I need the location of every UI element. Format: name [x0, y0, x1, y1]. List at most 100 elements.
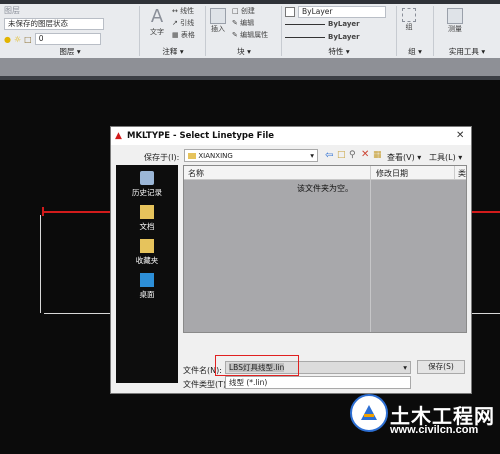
- insert-label: 插入: [211, 25, 225, 33]
- block-item-edit[interactable]: ✎ 编辑: [232, 18, 268, 30]
- save-in-label: 保存于(I):: [144, 153, 180, 162]
- dialog-title-bar[interactable]: ▲ MKLTYPE - Select Linetype File ✕: [111, 127, 471, 145]
- group-label-annotation[interactable]: 注释 ▾: [140, 47, 206, 57]
- leader-icon: ↗: [172, 19, 178, 27]
- lineweight-row[interactable]: ByLayer: [285, 33, 360, 41]
- desktop-icon: [140, 273, 154, 287]
- insert-icon: [210, 8, 226, 24]
- drawing-tick-red: [42, 207, 44, 216]
- drawing-line-white: [44, 313, 110, 314]
- measure-label: 测量: [448, 25, 462, 33]
- measure-button[interactable]: 测量: [440, 8, 470, 34]
- group-label-properties[interactable]: 特性 ▾: [282, 47, 396, 57]
- places-desktop[interactable]: 桌面: [116, 273, 178, 300]
- group-label-utilities[interactable]: 实用工具 ▾: [434, 47, 500, 57]
- text-button[interactable]: A 文字: [146, 6, 168, 37]
- watermark-url: www.civilcn.com: [390, 424, 479, 436]
- dialog-body: 保存于(I): XIANXING ▾ ⇦ □ ⚲ ✕ ▦ 查看(V) ▾ 工具(…: [111, 145, 471, 393]
- layer-state-combo[interactable]: 未保存的图层状态: [4, 18, 104, 30]
- layer-top-label: 图层: [4, 6, 20, 15]
- annotation-item-linear[interactable]: ↔ 线性: [172, 6, 195, 18]
- drawing-line-red: [470, 211, 500, 213]
- view-label: 查看(V): [387, 153, 415, 162]
- chevron-down-icon: ▾: [247, 47, 251, 56]
- column-modified[interactable]: 修改日期: [376, 168, 408, 179]
- column-divider: [454, 166, 455, 179]
- history-icon: [140, 171, 154, 185]
- back-icon[interactable]: ⇦: [325, 150, 333, 161]
- ribbon-title-strip: [0, 0, 500, 4]
- group-label-layer[interactable]: 图层 ▾: [0, 47, 140, 57]
- create-icon: □: [232, 7, 239, 15]
- group-label-block[interactable]: 块 ▾: [206, 47, 282, 57]
- close-icon[interactable]: ✕: [456, 130, 464, 141]
- drawing-line-white: [40, 215, 41, 313]
- block-list: □ 创建 ✎ 编辑 ✎ 编辑属性: [232, 6, 268, 42]
- layer-current-row[interactable]: ● ☼ □ 0: [4, 33, 101, 45]
- column-divider: [370, 166, 371, 179]
- linear-icon: ↔: [172, 7, 178, 15]
- file-list[interactable]: 名称 修改日期 类 该文件夹为空。: [183, 165, 467, 333]
- autocad-logo-icon: ▲: [115, 131, 122, 141]
- chevron-down-icon: ▾: [418, 47, 422, 56]
- lineweight-preview-icon: [285, 36, 325, 38]
- color-swatch-icon: [285, 7, 295, 17]
- search-icon[interactable]: ⚲: [349, 150, 356, 160]
- view-menu[interactable]: 查看(V) ▾: [387, 152, 421, 163]
- layer-current-combo[interactable]: 0: [34, 33, 101, 45]
- group-label-groups[interactable]: 组 ▾: [397, 47, 433, 57]
- filetype-value: 线型 (*.lin): [229, 378, 268, 387]
- tools-label: 工具(L): [429, 153, 456, 162]
- linetype-value[interactable]: ByLayer: [328, 20, 360, 28]
- chevron-down-icon: ▾: [310, 151, 314, 160]
- tools-menu[interactable]: 工具(L) ▾: [429, 152, 462, 163]
- column-name[interactable]: 名称: [188, 168, 204, 179]
- group-button[interactable]: 组: [400, 8, 418, 32]
- measure-icon: [447, 8, 463, 24]
- save-in-value: XIANXING: [198, 152, 233, 160]
- save-in-combo[interactable]: XIANXING ▾: [184, 149, 318, 162]
- lock-icon: □: [24, 34, 32, 44]
- color-row[interactable]: ByLayer: [285, 6, 386, 18]
- text-button-label: 文字: [150, 28, 164, 36]
- attribute-icon: ✎: [232, 31, 238, 39]
- chevron-down-icon: ▾: [481, 47, 486, 56]
- filetype-label: 文件类型(T):: [183, 380, 229, 389]
- folder-icon: [188, 153, 196, 159]
- linetype-row[interactable]: ByLayer: [285, 20, 360, 28]
- favorites-icon: [140, 239, 154, 253]
- civilcn-logo-icon: [350, 394, 388, 432]
- delete-icon[interactable]: ✕: [361, 149, 369, 160]
- up-folder-icon[interactable]: □: [337, 150, 346, 160]
- drawing-line-red: [44, 211, 110, 213]
- places-history[interactable]: 历史记录: [116, 171, 178, 198]
- places-favorites[interactable]: 收藏夹: [116, 239, 178, 266]
- column-type[interactable]: 类: [458, 168, 466, 179]
- new-folder-icon[interactable]: ▦: [373, 150, 382, 160]
- annotation-list: ↔ 线性 ↗ 引线 ▦ 表格: [172, 6, 195, 42]
- layer-state-row[interactable]: 未保存的图层状态: [4, 18, 104, 30]
- layer-row-top: 图层: [4, 5, 20, 16]
- edit-icon: ✎: [232, 19, 238, 27]
- save-button[interactable]: 保存(S): [417, 360, 465, 374]
- chevron-down-icon: ▾: [417, 153, 422, 162]
- file-list-header: 名称 修改日期 类: [184, 166, 466, 180]
- select-linetype-dialog: ▲ MKLTYPE - Select Linetype File ✕ 保存于(I…: [110, 126, 472, 394]
- places-documents[interactable]: 文档: [116, 205, 178, 232]
- ribbon-shadow-band: [0, 58, 500, 76]
- empty-folder-message: 该文件夹为空。: [297, 184, 353, 193]
- filetype-select[interactable]: 线型 (*.lin): [225, 376, 411, 389]
- filename-highlight: [215, 355, 299, 376]
- annotation-item-leader[interactable]: ↗ 引线: [172, 18, 195, 30]
- annotation-item-table[interactable]: ▦ 表格: [172, 30, 195, 42]
- insert-button[interactable]: 插入: [208, 8, 228, 34]
- table-icon: ▦: [172, 31, 179, 39]
- places-bar: 历史记录 文档 收藏夹 桌面: [116, 165, 178, 383]
- lineweight-value[interactable]: ByLayer: [328, 33, 360, 41]
- text-a-icon: A: [150, 6, 164, 27]
- civilcn-logo-graphic: [361, 405, 377, 420]
- block-item-create[interactable]: □ 创建: [232, 6, 268, 18]
- block-item-edit-attributes[interactable]: ✎ 编辑属性: [232, 30, 268, 42]
- color-combo[interactable]: ByLayer: [298, 6, 386, 18]
- drawing-line-white: [470, 313, 500, 314]
